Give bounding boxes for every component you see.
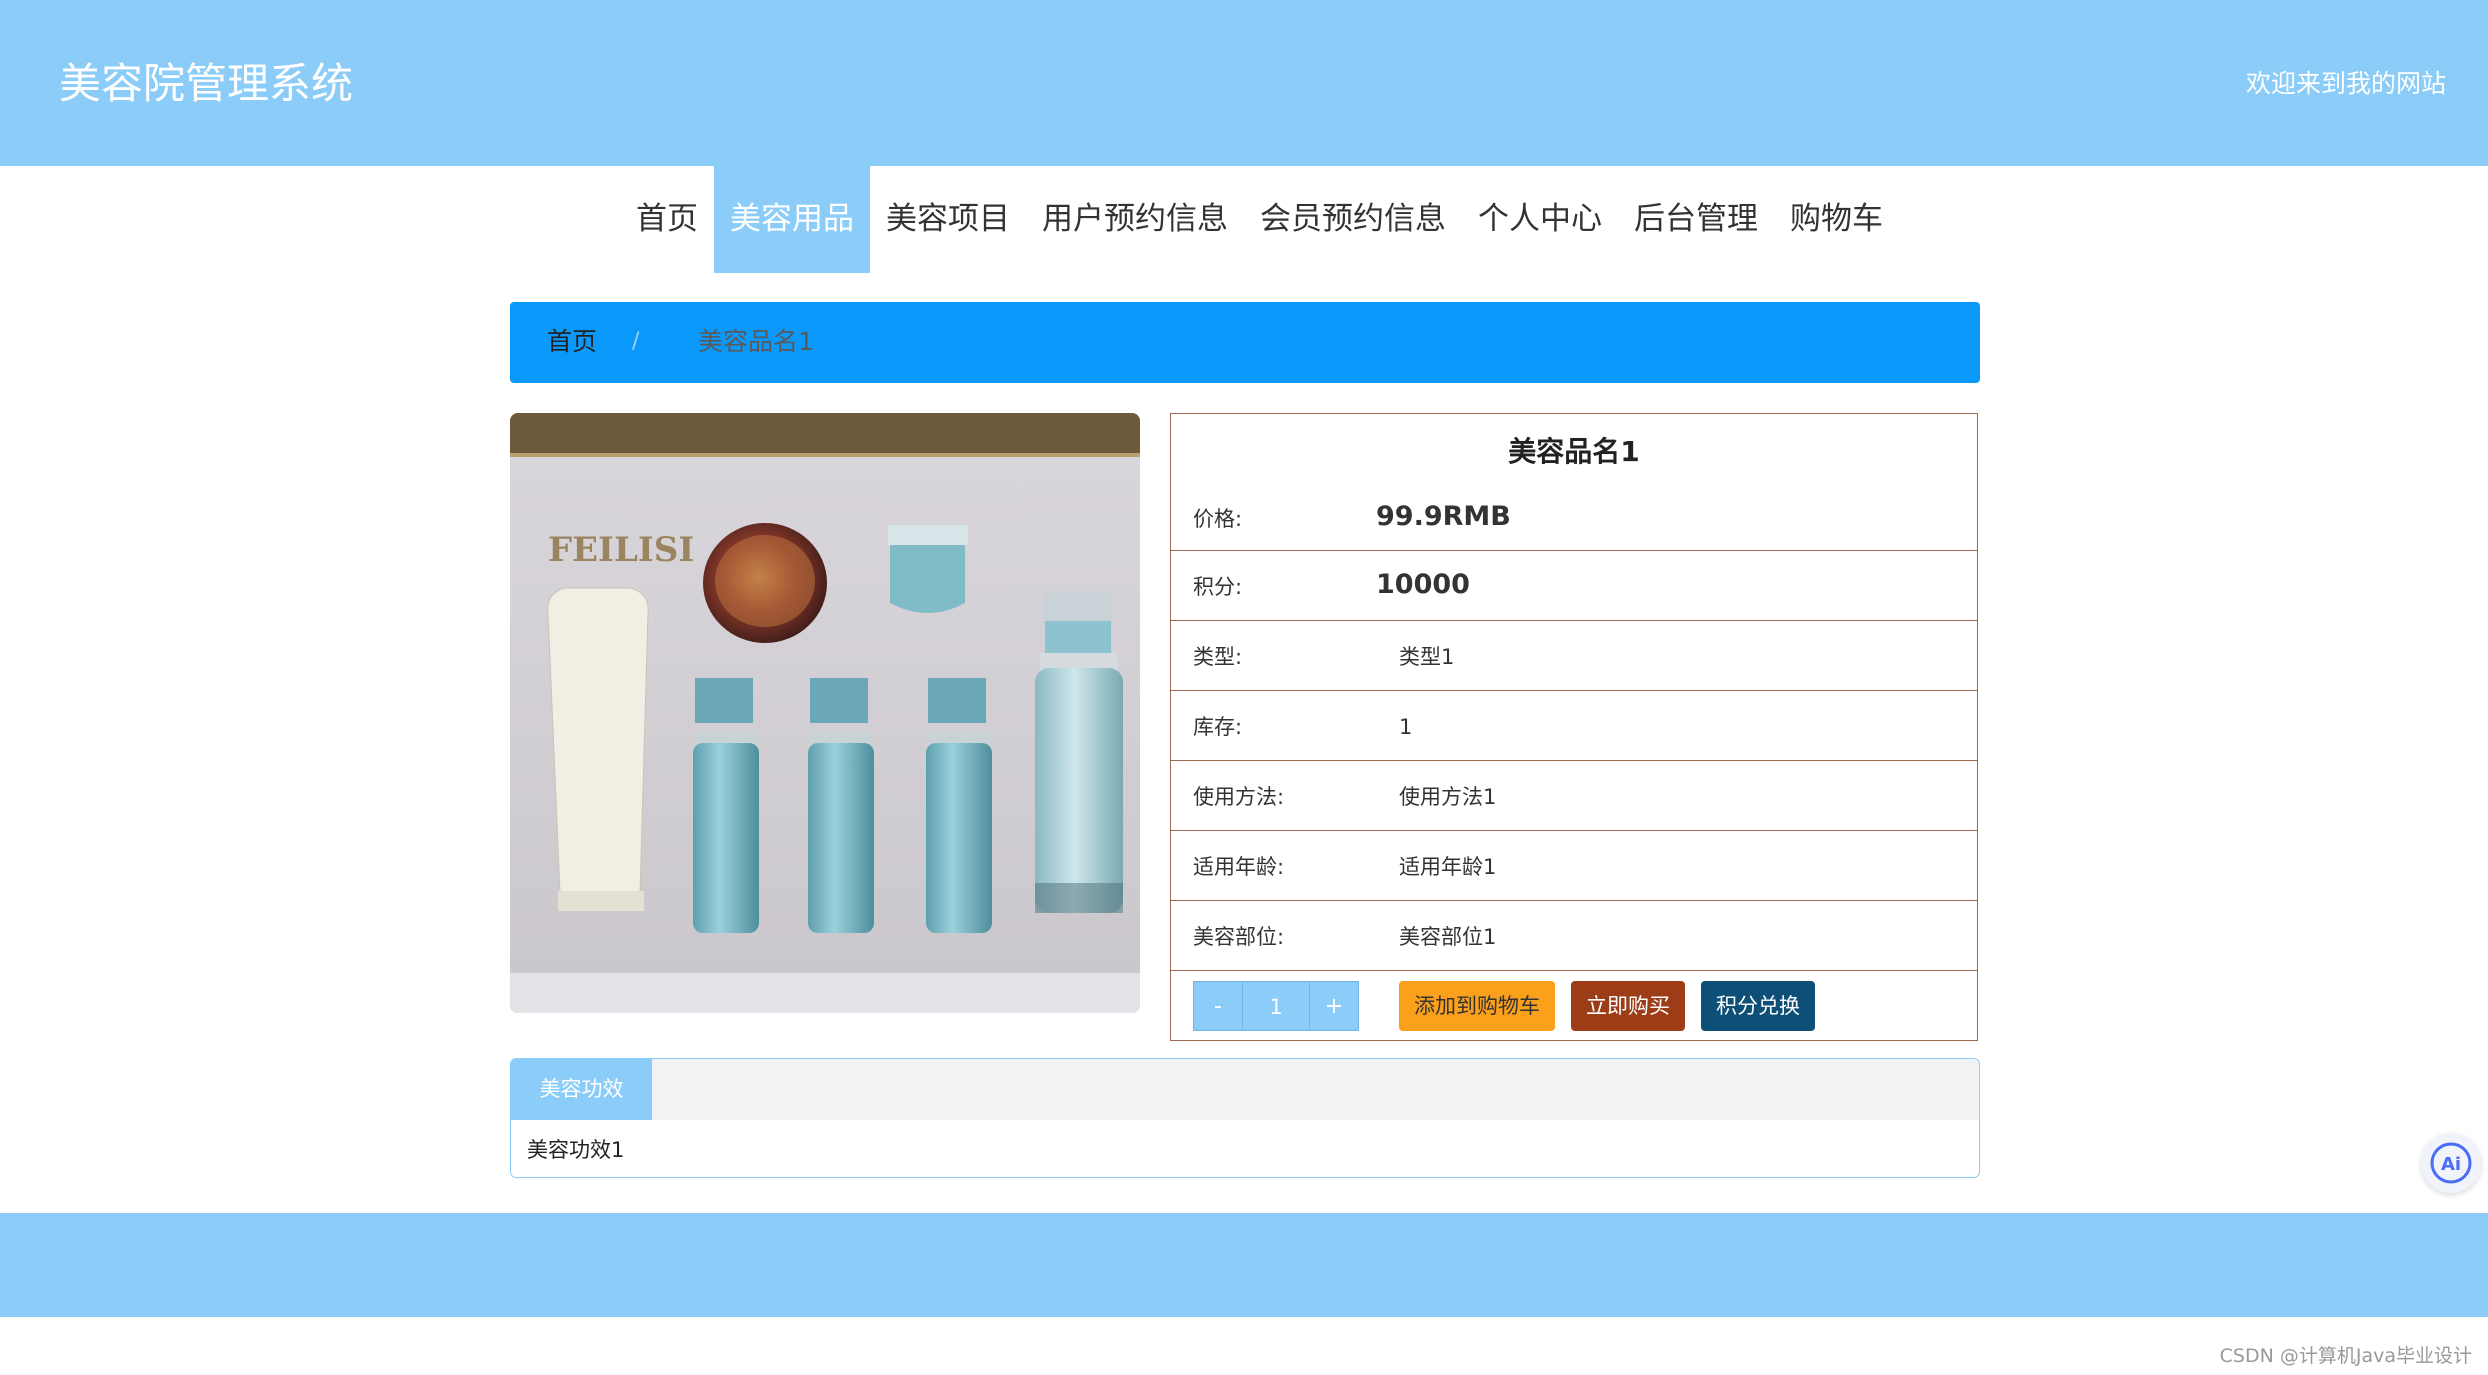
part-row: 美容部位: 美容部位1 bbox=[1171, 900, 1977, 970]
brand-text: FEILISI bbox=[548, 530, 694, 570]
age-value: 适用年龄1 bbox=[1399, 855, 1497, 879]
add-to-cart-button[interactable]: 添加到购物车 bbox=[1399, 981, 1555, 1031]
quantity-stepper: - 1 + bbox=[1193, 981, 1359, 1031]
welcome-text: 欢迎来到我的网站 bbox=[2245, 69, 2446, 98]
stock-label: 库存: bbox=[1193, 715, 1243, 739]
product-name: 美容品名1 bbox=[1508, 435, 1640, 468]
age-label: 适用年龄: bbox=[1193, 855, 1285, 879]
nav-item-beauty-projects[interactable]: 美容项目 bbox=[870, 166, 1026, 273]
usage-row: 使用方法: 使用方法1 bbox=[1171, 760, 1977, 830]
nav-item-user-appointments[interactable]: 用户预约信息 bbox=[1026, 166, 1244, 273]
nav-item-cart[interactable]: 购物车 bbox=[1774, 166, 1899, 273]
type-label: 类型: bbox=[1193, 645, 1243, 669]
part-value: 美容部位1 bbox=[1399, 925, 1497, 949]
quantity-plus-button[interactable]: + bbox=[1309, 981, 1359, 1031]
tabs-bar: 美容功效 bbox=[511, 1059, 1979, 1120]
breadcrumb-separator: / bbox=[632, 329, 640, 354]
product-info-panel: 美容品名1 价格: 99.9RMB 积分: 10000 类型: 类型1 库存: … bbox=[1170, 413, 1978, 1041]
main-nav: 首页 美容用品 美容项目 用户预约信息 会员预约信息 个人中心 后台管理 购物车 bbox=[0, 166, 2488, 273]
nav-item-member-appointments[interactable]: 会员预约信息 bbox=[1244, 166, 1462, 273]
nav-item-admin[interactable]: 后台管理 bbox=[1618, 166, 1774, 273]
price-value: 99.9RMB bbox=[1376, 501, 1511, 532]
points-value: 10000 bbox=[1376, 569, 1470, 600]
detail-tabs: 美容功效 美容功效1 bbox=[510, 1058, 1980, 1178]
breadcrumb: 首页 / 美容品名1 bbox=[510, 302, 1980, 383]
points-row: 积分: 10000 bbox=[1171, 550, 1977, 620]
buy-now-button[interactable]: 立即购买 bbox=[1571, 981, 1685, 1031]
part-label: 美容部位: bbox=[1193, 925, 1285, 949]
nav-item-personal-center[interactable]: 个人中心 bbox=[1462, 166, 1618, 273]
usage-label: 使用方法: bbox=[1193, 785, 1285, 809]
svg-text:Ai: Ai bbox=[2441, 1154, 2461, 1175]
product-image: FEILISI bbox=[510, 413, 1140, 1013]
quantity-minus-button[interactable]: - bbox=[1193, 981, 1243, 1031]
age-row: 适用年龄: 适用年龄1 bbox=[1171, 830, 1977, 900]
usage-value: 使用方法1 bbox=[1399, 785, 1497, 809]
site-footer bbox=[0, 1213, 2488, 1317]
divider bbox=[1171, 970, 1977, 971]
price-row: 价格: 99.9RMB bbox=[1171, 484, 1977, 554]
stock-row: 库存: 1 bbox=[1171, 690, 1977, 760]
points-label: 积分: bbox=[1193, 575, 1243, 599]
site-title[interactable]: 美容院管理系统 bbox=[59, 56, 353, 112]
nav-item-beauty-products[interactable]: 美容用品 bbox=[714, 166, 870, 273]
type-value: 类型1 bbox=[1399, 645, 1455, 669]
watermark: CSDN @计算机Java毕业设计 bbox=[2219, 1345, 2472, 1367]
ai-assistant-button[interactable]: Ai bbox=[2421, 1133, 2481, 1193]
quantity-input[interactable]: 1 bbox=[1243, 981, 1309, 1031]
price-label: 价格: bbox=[1193, 507, 1243, 531]
tab-beauty-effect[interactable]: 美容功效 bbox=[511, 1059, 652, 1120]
breadcrumb-home-link[interactable]: 首页 bbox=[547, 324, 597, 360]
nav-item-home[interactable]: 首页 bbox=[620, 166, 714, 273]
tab-content: 美容功效1 bbox=[527, 1138, 625, 1162]
type-row: 类型: 类型1 bbox=[1171, 620, 1977, 690]
ai-icon: Ai bbox=[2430, 1142, 2472, 1184]
breadcrumb-current: 美容品名1 bbox=[698, 327, 814, 356]
site-header: 美容院管理系统 欢迎来到我的网站 bbox=[0, 0, 2488, 166]
points-exchange-button[interactable]: 积分兑换 bbox=[1701, 981, 1815, 1031]
stock-value: 1 bbox=[1399, 715, 1413, 739]
